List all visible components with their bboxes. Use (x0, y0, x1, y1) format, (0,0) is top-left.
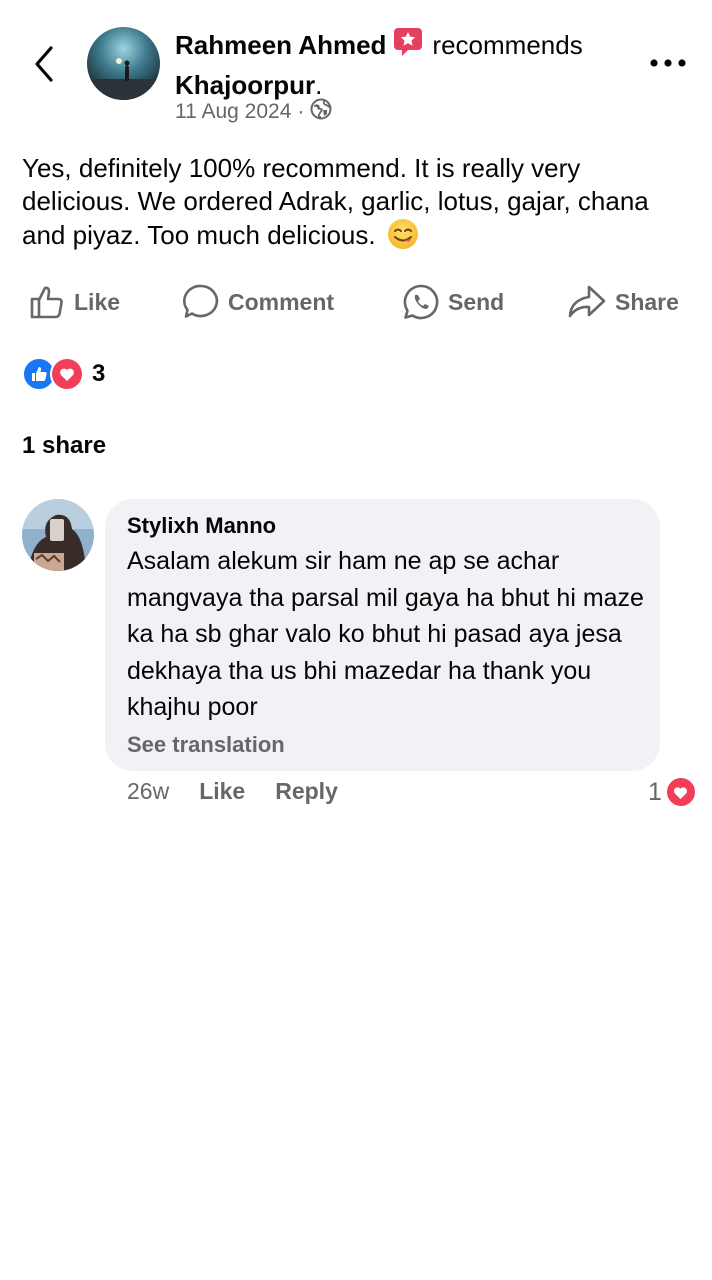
share-count[interactable]: 1 share (22, 432, 106, 460)
comment-reaction-count: 1 (648, 777, 662, 806)
more-dots-icon (650, 59, 686, 67)
send-label: Send (448, 288, 505, 315)
back-button[interactable] (24, 40, 64, 88)
comment-label: Comment (228, 288, 335, 315)
comment-text: Asalam alekum sir ham ne ap se achar man… (127, 547, 644, 721)
see-translation-link[interactable]: See translation (127, 732, 285, 758)
post-meta: 11 Aug 2024 · (175, 98, 332, 126)
send-button[interactable]: Send (402, 280, 504, 324)
like-label: Like (74, 288, 121, 315)
author-name[interactable]: Rahmeen Ahmed (175, 30, 386, 60)
share-label: Share (615, 288, 679, 315)
yum-emoji (387, 218, 419, 258)
like-button[interactable]: Like (28, 280, 120, 324)
author-avatar[interactable] (87, 27, 160, 100)
comment-time: 26w (127, 778, 170, 804)
comment-button[interactable]: Comment (182, 280, 334, 324)
post-header: Rahmeen Ahmed recommends Khajoorpur. (175, 26, 625, 103)
love-reaction-icon (664, 776, 697, 808)
back-icon (35, 46, 53, 82)
commenter-avatar[interactable] (22, 499, 94, 571)
reactions-summary[interactable]: 3 (22, 357, 105, 391)
post-action-bar: Like Comment Send Share (0, 280, 712, 324)
post-date[interactable]: 11 Aug 2024 (175, 100, 291, 124)
recommends-label: recommends (432, 30, 583, 60)
post-body: Yes, definitely 100% recommend. It is re… (22, 152, 682, 258)
commenter-name[interactable]: Stylixh Manno (127, 513, 276, 539)
meta-separator: · (297, 100, 305, 123)
comment-actions: 26w Like Reply (127, 778, 338, 805)
share-icon (568, 285, 606, 318)
comment-icon (182, 284, 219, 318)
love-reaction-icon (50, 357, 84, 391)
recommend-badge-icon (392, 26, 424, 67)
reaction-count: 3 (92, 360, 106, 387)
comment-reactions[interactable]: 1 (648, 776, 697, 808)
place-period: . (315, 70, 323, 100)
thumbs-up-icon (30, 286, 63, 319)
globe-icon (310, 98, 332, 126)
post-text: Yes, definitely 100% recommend. It is re… (22, 153, 649, 250)
share-button[interactable]: Share (567, 280, 679, 324)
comment-reply-button[interactable]: Reply (275, 778, 338, 805)
place-name[interactable]: Khajoorpur (175, 70, 315, 100)
whatsapp-icon (403, 284, 439, 320)
comment-like-button[interactable]: Like (199, 778, 245, 805)
more-options-button[interactable] (648, 50, 688, 76)
